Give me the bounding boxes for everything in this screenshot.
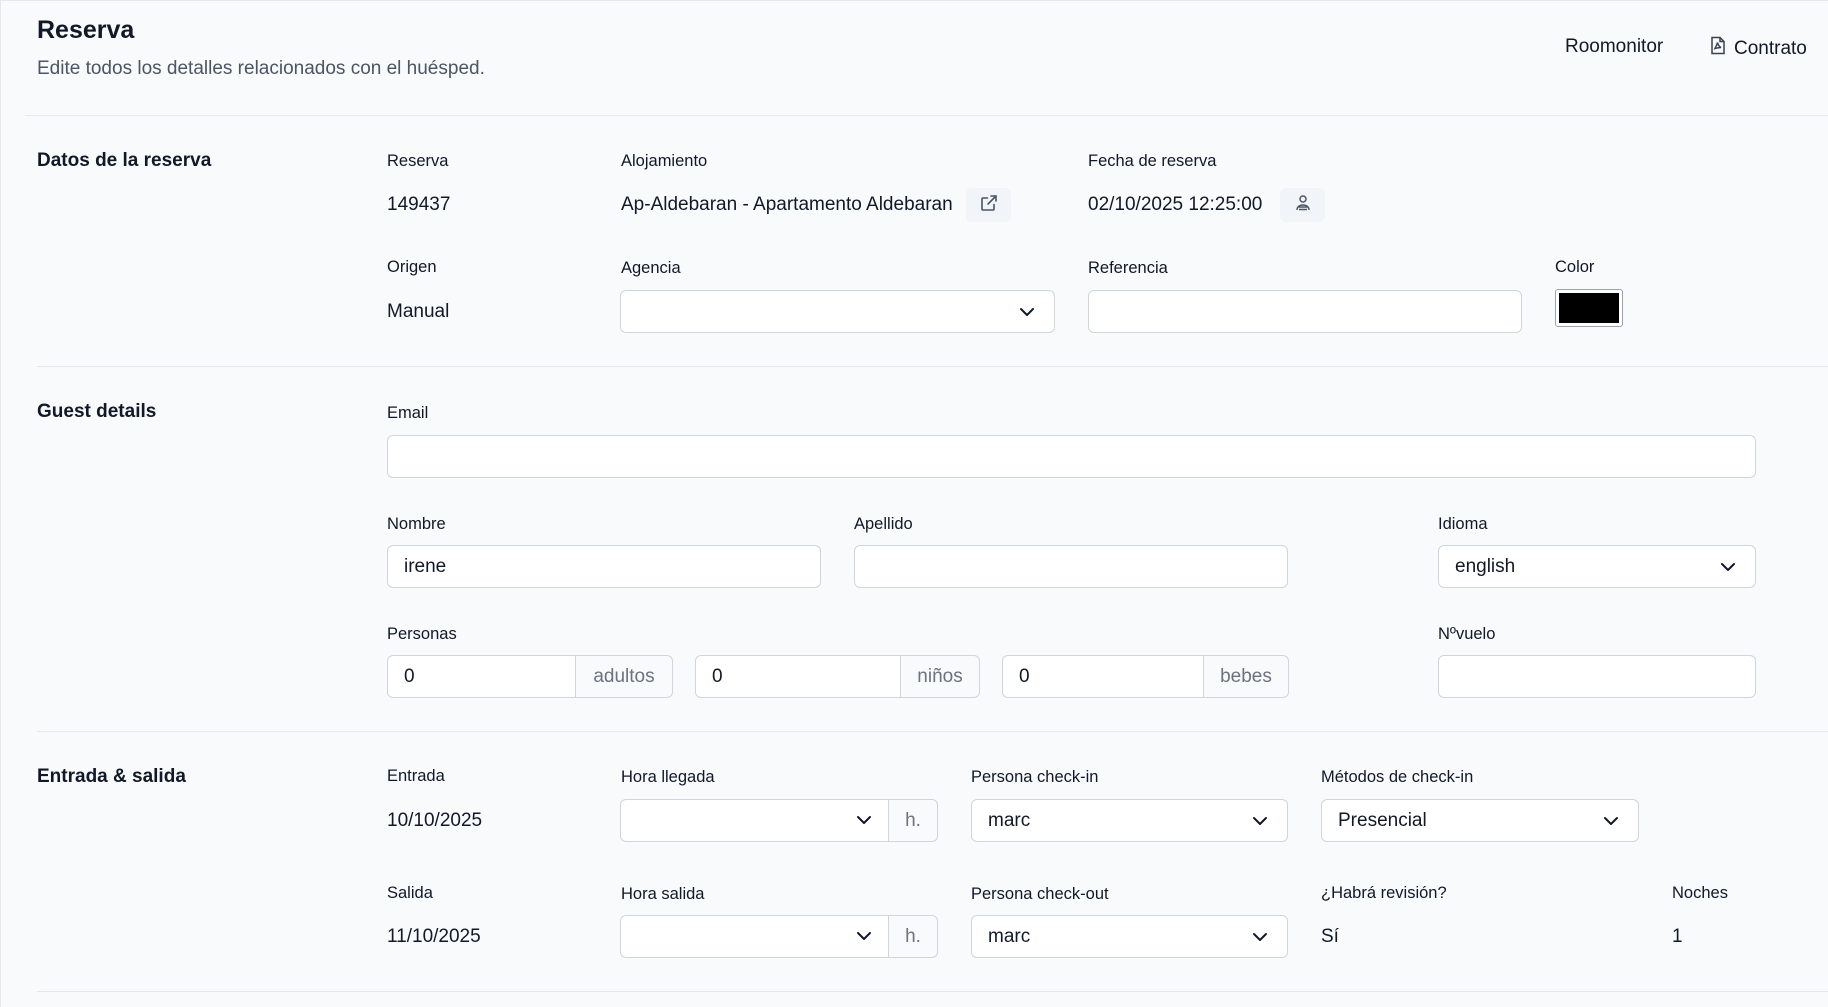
noches-value: 1 [1672,926,1683,947]
email-label: Email [387,404,429,422]
chevron-down-icon [1719,558,1737,576]
hora-llegada-group: h. [620,799,938,842]
user-list-icon [1294,194,1312,217]
roomonitor-label: Roomonitor [1565,36,1664,57]
reserva-value: 149437 [387,194,451,215]
persona-checkout-select[interactable]: marc [971,915,1288,958]
hora-salida-label: Hora salida [621,885,705,903]
hora-salida-select[interactable] [620,915,888,958]
adultos-group: 0 adultos [387,655,673,698]
revision-label: ¿Habrá revisión? [1321,884,1447,902]
metodos-checkin-select[interactable]: Presencial [1321,799,1639,842]
bebes-group: 0 bebes [1002,655,1289,698]
ninos-addon: niños [900,655,980,698]
section-title-guest: Guest details [37,401,157,422]
page-title: Reserva [37,16,135,44]
entrada-value: 10/10/2025 [387,810,483,831]
chevron-down-icon [1602,812,1620,830]
hora-llegada-label: Hora llegada [621,768,715,786]
persona-checkin-value: marc [988,809,1031,831]
agencia-select[interactable] [620,290,1055,333]
fecha-action-button[interactable] [1280,188,1325,222]
guest-divider [37,731,1828,732]
hora-salida-addon: h. [888,915,938,958]
persona-checkout-label: Persona check-out [971,885,1109,903]
left-border [0,0,1,1007]
document-icon [1710,36,1726,61]
hora-llegada-addon: h. [888,799,938,842]
adultos-input-value: 0 [404,665,415,687]
ninos-input[interactable]: 0 [695,655,900,698]
booking-divider [37,366,1828,367]
open-alojamiento-button[interactable] [966,188,1011,222]
metodos-label: Métodos de check-in [1321,768,1474,786]
entrada-label: Entrada [387,767,445,785]
origen-label: Origen [387,258,437,276]
fecha-label: Fecha de reserva [1088,152,1217,170]
idioma-label: Idioma [1438,515,1488,533]
contrato-label: Contrato [1734,37,1807,59]
section-title-stay: Entrada & salida [37,766,186,787]
vuelo-input[interactable] [1438,655,1756,698]
roomonitor-link[interactable]: Roomonitor [1565,36,1663,58]
top-border [0,0,1828,1]
adultos-input[interactable]: 0 [387,655,575,698]
header-divider [25,115,1828,116]
ninos-group: 0 niños [695,655,980,698]
external-link-icon [980,194,998,217]
bebes-addon: bebes [1203,655,1289,698]
alojamiento-label: Alojamiento [621,152,708,170]
apellido-label: Apellido [854,515,913,533]
page-subtitle: Edite todos los detalles relacionados co… [37,58,485,79]
nombre-input[interactable]: irene [387,545,821,588]
persona-checkin-select[interactable]: marc [971,799,1288,842]
color-picker-fill [1559,293,1619,323]
section-title-booking: Datos de la reserva [37,150,212,171]
metodos-checkin-value: Presencial [1338,809,1427,831]
bebes-input[interactable]: 0 [1002,655,1203,698]
noches-label: Noches [1672,884,1728,902]
hora-salida-group: h. [620,915,938,958]
bebes-input-value: 0 [1019,665,1030,687]
salida-value: 11/10/2025 [387,926,481,947]
referencia-label: Referencia [1088,259,1168,277]
persona-checkout-value: marc [988,925,1031,947]
salida-label: Salida [387,884,433,902]
nombre-input-value: irene [404,555,447,577]
stay-divider [37,991,1828,992]
referencia-input[interactable] [1088,290,1522,333]
persona-checkin-label: Persona check-in [971,768,1099,786]
personas-label: Personas [387,625,457,643]
idioma-select-value: english [1455,555,1516,577]
nombre-label: Nombre [387,515,446,533]
origen-value: Manual [387,301,450,322]
adultos-addon: adultos [575,655,673,698]
alojamiento-value: Ap-Aldebaran - Apartamento Aldebaran [621,194,953,215]
email-input[interactable] [387,435,1756,478]
reserva-label: Reserva [387,152,449,170]
contrato-link[interactable]: Contrato [1710,36,1807,61]
chevron-down-icon [1251,812,1269,830]
chevron-down-icon [1018,303,1036,321]
chevron-down-icon [1251,928,1269,946]
hora-llegada-select[interactable] [620,799,888,842]
fecha-value: 02/10/2025 12:25:00 [1088,194,1263,215]
ninos-input-value: 0 [712,665,723,687]
color-label: Color [1555,258,1595,276]
chevron-down-icon [856,812,872,830]
revision-value: Sí [1321,926,1339,947]
vuelo-label: Nºvuelo [1438,625,1496,643]
color-picker[interactable] [1555,289,1623,327]
idioma-select[interactable]: english [1438,545,1756,588]
agencia-label: Agencia [621,259,681,277]
apellido-input[interactable] [854,545,1288,588]
chevron-down-icon [856,928,872,946]
